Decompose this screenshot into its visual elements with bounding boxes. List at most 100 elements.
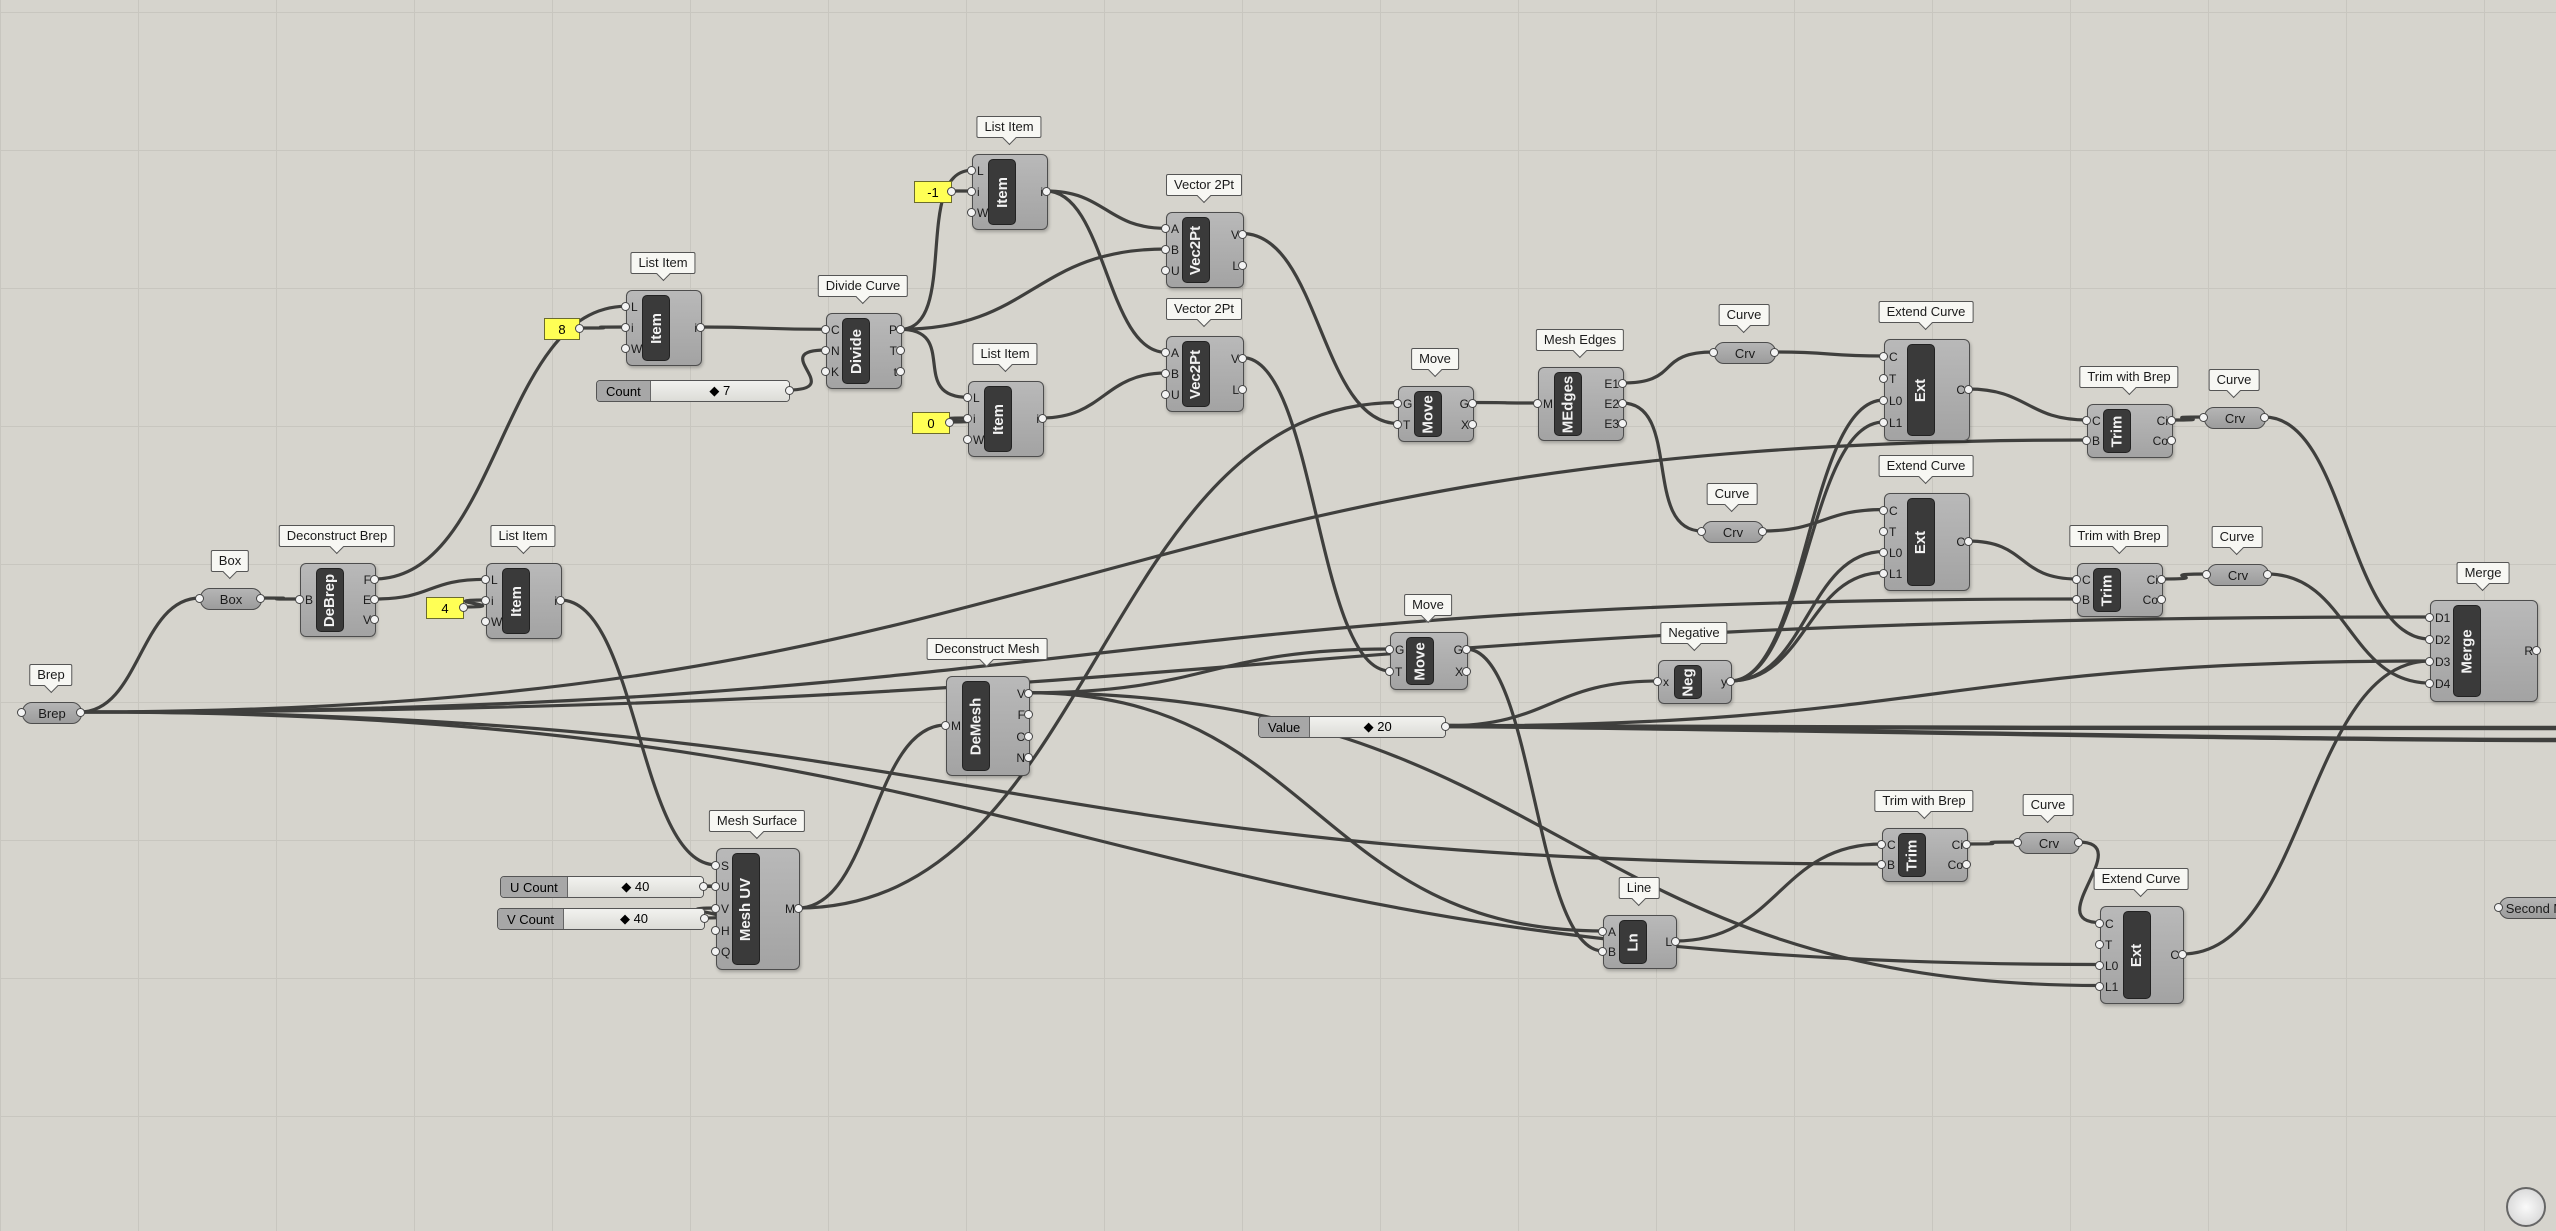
merge-input-d3[interactable]: D3 bbox=[2435, 656, 2450, 668]
trim1-in-grip-icon[interactable] bbox=[2082, 436, 2091, 445]
crv1-output-grip-icon[interactable] bbox=[1770, 348, 1779, 357]
crv4-input-grip-icon[interactable] bbox=[2202, 570, 2211, 579]
trim1-input-b[interactable]: B bbox=[2092, 435, 2101, 447]
crv5-param[interactable]: Crv bbox=[2018, 832, 2080, 854]
ext2-component[interactable]: C T L0 L1 Ext C bbox=[1884, 493, 1970, 591]
move1-input-t[interactable]: T bbox=[1403, 419, 1412, 431]
trim3-input-b[interactable]: B bbox=[1887, 859, 1896, 871]
ext2-in-grip-icon[interactable] bbox=[1879, 568, 1888, 578]
v2p2-input-a[interactable]: A bbox=[1171, 347, 1180, 359]
demesh-component[interactable]: M DeMesh V F C N bbox=[946, 676, 1030, 776]
move2-in-grip-icon[interactable] bbox=[1385, 645, 1394, 654]
ext3-in-grip-icon[interactable] bbox=[2095, 981, 2104, 991]
brep-output-grip-icon[interactable] bbox=[76, 708, 85, 717]
li4-input-w[interactable]: W bbox=[973, 434, 984, 446]
demesh-out-grip-icon[interactable] bbox=[1024, 731, 1033, 741]
ext2-input-t[interactable]: T bbox=[1889, 526, 1902, 538]
move2-component[interactable]: G T Move G X bbox=[1390, 632, 1468, 690]
merge-component[interactable]: D1 D2 D3 D4 Merge R bbox=[2430, 600, 2538, 702]
panel-pm1-grip-icon[interactable] bbox=[947, 187, 956, 196]
li1-input-l[interactable]: L bbox=[631, 301, 642, 313]
neg-input-x[interactable]: x bbox=[1663, 676, 1669, 688]
trim3-in-grip-icon[interactable] bbox=[1877, 840, 1886, 849]
move2-in-grip-icon[interactable] bbox=[1385, 667, 1394, 676]
medges-output-e3[interactable]: E3 bbox=[1604, 418, 1619, 430]
crv5-input-grip-icon[interactable] bbox=[2013, 838, 2022, 847]
v2p2-input-u[interactable]: U bbox=[1171, 389, 1180, 401]
demesh-out-grip-icon[interactable] bbox=[1024, 688, 1033, 698]
v2p1-in-grip-icon[interactable] bbox=[1161, 265, 1170, 275]
trim1-component[interactable]: C B Trim Ci Co bbox=[2087, 404, 2173, 458]
v2p1-input-b[interactable]: B bbox=[1171, 244, 1180, 256]
secm-input-grip-icon[interactable] bbox=[2494, 903, 2503, 912]
ext2-input-l0[interactable]: L0 bbox=[1889, 547, 1902, 559]
merge-input-d1[interactable]: D1 bbox=[2435, 612, 2450, 624]
line-in-grip-icon[interactable] bbox=[1598, 947, 1607, 956]
move1-component[interactable]: G T Move G X bbox=[1398, 386, 1474, 442]
li3-in-grip-icon[interactable] bbox=[967, 207, 976, 217]
divide-out-grip-icon[interactable] bbox=[896, 346, 905, 355]
crv3-input-grip-icon[interactable] bbox=[2199, 413, 2208, 422]
panel-p0-grip-icon[interactable] bbox=[945, 418, 954, 427]
brep-input-grip-icon[interactable] bbox=[17, 708, 26, 717]
li2-input-w[interactable]: W bbox=[491, 616, 502, 628]
v2p2-in-grip-icon[interactable] bbox=[1161, 369, 1170, 378]
meshuv-input-s[interactable]: S bbox=[721, 860, 730, 872]
medges-out-grip-icon[interactable] bbox=[1618, 419, 1627, 428]
ext2-input-l1[interactable]: L1 bbox=[1889, 568, 1902, 580]
crv4-param[interactable]: Crv bbox=[2207, 564, 2269, 586]
neg-out-grip-icon[interactable] bbox=[1726, 677, 1735, 686]
meshuv-in-grip-icon[interactable] bbox=[711, 904, 720, 913]
crv1-input-grip-icon[interactable] bbox=[1709, 348, 1718, 357]
v2p2-component[interactable]: A B U Vec2Pt V L bbox=[1166, 336, 1244, 412]
box-output-grip-icon[interactable] bbox=[256, 594, 265, 603]
graph-canvas[interactable]: Brep Brep Box Box Deconstruct Brep B DeBrep F E V… bbox=[0, 0, 2556, 1231]
ext1-component[interactable]: C T L0 L1 Ext C bbox=[1884, 339, 1970, 441]
crv2-output-grip-icon[interactable] bbox=[1758, 527, 1767, 536]
crv2-param[interactable]: Crv bbox=[1702, 521, 1764, 543]
trim2-input-c[interactable]: C bbox=[2082, 574, 2091, 586]
li4-in-grip-icon[interactable] bbox=[963, 414, 972, 423]
crv2-input-grip-icon[interactable] bbox=[1697, 527, 1706, 536]
ext1-input-c[interactable]: C bbox=[1889, 351, 1902, 363]
li1-component[interactable]: LiW Itemi bbox=[626, 290, 702, 366]
ext3-input-c[interactable]: C bbox=[2105, 918, 2118, 930]
demesh-input-m[interactable]: M bbox=[951, 720, 961, 732]
li4-component[interactable]: LiW Itemi bbox=[968, 381, 1044, 457]
demesh-in-grip-icon[interactable] bbox=[941, 721, 950, 730]
count-slider-grip-icon[interactable] bbox=[785, 386, 794, 395]
trim2-in-grip-icon[interactable] bbox=[2072, 575, 2081, 584]
v2p2-out-grip-icon[interactable] bbox=[1238, 384, 1247, 394]
secm-param[interactable]: Second M bbox=[2499, 897, 2556, 919]
li4-input-i[interactable]: i bbox=[973, 413, 984, 425]
merge-in-grip-icon[interactable] bbox=[2425, 657, 2434, 666]
li3-input-i[interactable]: i bbox=[977, 186, 988, 198]
divide-input-c[interactable]: C bbox=[831, 324, 840, 336]
meshuv-input-v[interactable]: V bbox=[721, 903, 730, 915]
trim1-out-grip-icon[interactable] bbox=[2167, 416, 2176, 425]
trim3-in-grip-icon[interactable] bbox=[1877, 860, 1886, 869]
neg-component[interactable]: x Neg y bbox=[1658, 660, 1732, 704]
trim1-input-c[interactable]: C bbox=[2092, 415, 2101, 427]
li2-component[interactable]: LiW Itemi bbox=[486, 563, 562, 639]
box-param[interactable]: Box bbox=[200, 588, 262, 610]
panel-p8-grip-icon[interactable] bbox=[575, 324, 584, 333]
v-count-slider-track[interactable]: ◆ 40 bbox=[563, 909, 704, 929]
li1-in-grip-icon[interactable] bbox=[621, 343, 630, 353]
li4-out-grip-icon[interactable] bbox=[1038, 414, 1047, 423]
ext1-in-grip-icon[interactable] bbox=[1879, 374, 1888, 383]
meshuv-in-grip-icon[interactable] bbox=[711, 860, 720, 870]
debrep-out-grip-icon[interactable] bbox=[370, 595, 379, 604]
li3-input-l[interactable]: L bbox=[977, 165, 988, 177]
li4-input-l[interactable]: L bbox=[973, 392, 984, 404]
trim1-out-grip-icon[interactable] bbox=[2167, 436, 2176, 445]
trim3-input-c[interactable]: C bbox=[1887, 839, 1896, 851]
move2-input-t[interactable]: T bbox=[1395, 666, 1404, 678]
debrep-component[interactable]: B DeBrep F E V bbox=[300, 563, 376, 637]
debrep-in-grip-icon[interactable] bbox=[295, 595, 304, 604]
panel-p4-grip-icon[interactable] bbox=[459, 603, 468, 612]
ext1-input-l1[interactable]: L1 bbox=[1889, 417, 1902, 429]
merge-in-grip-icon[interactable] bbox=[2425, 613, 2434, 622]
medges-output-e1[interactable]: E1 bbox=[1604, 378, 1619, 390]
divide-in-grip-icon[interactable] bbox=[821, 366, 830, 376]
